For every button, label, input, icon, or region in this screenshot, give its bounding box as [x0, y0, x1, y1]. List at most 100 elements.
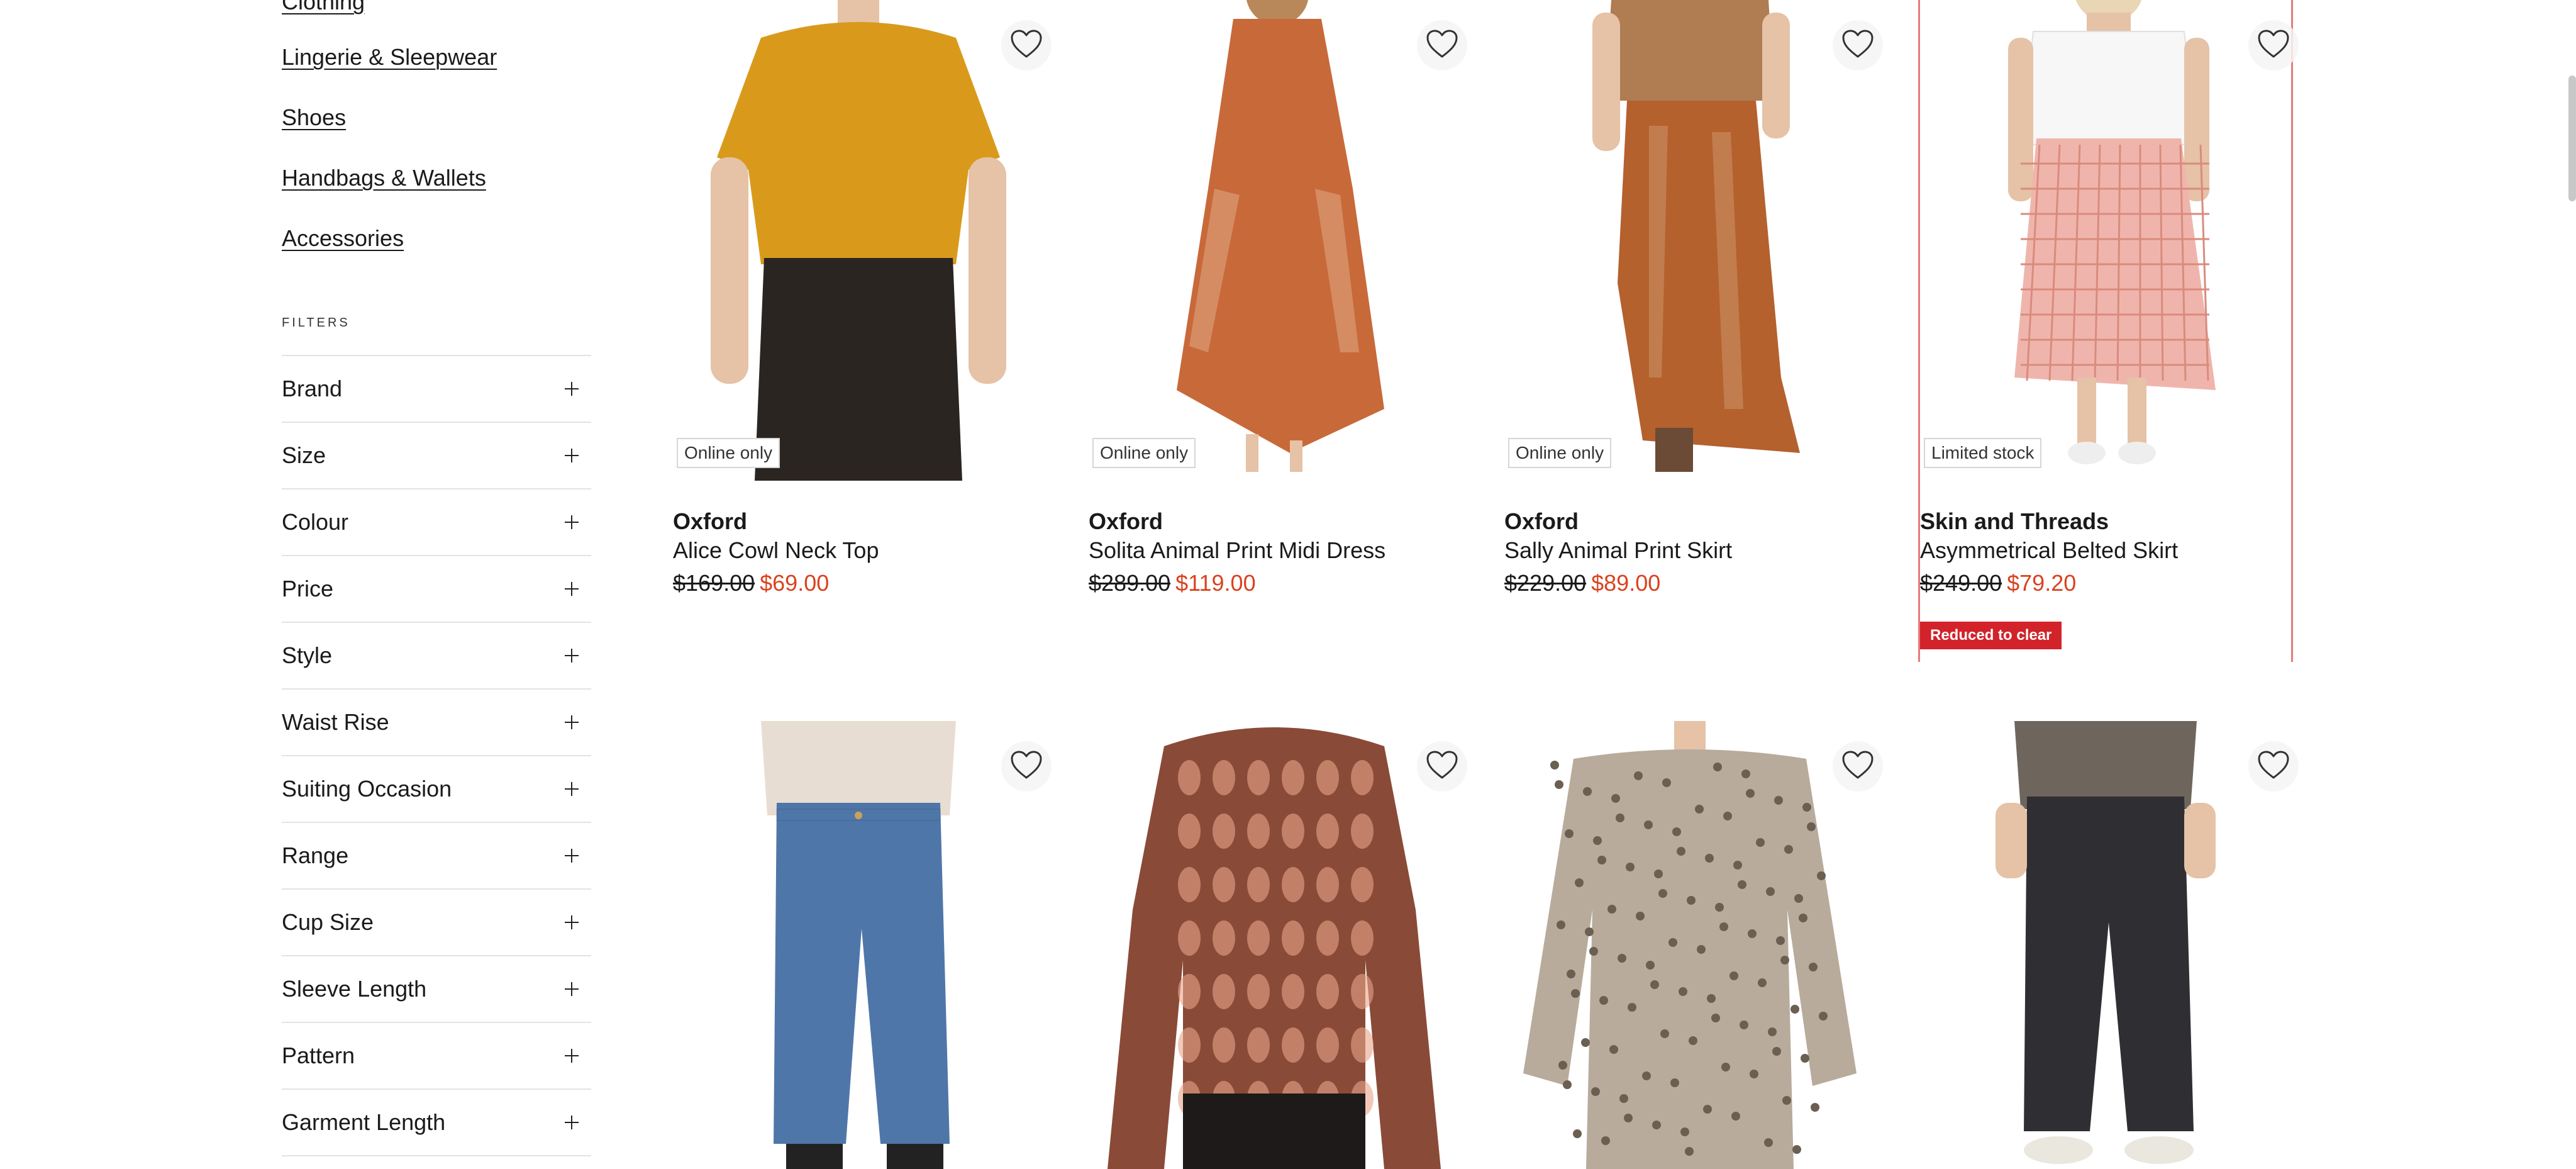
filter-range[interactable]: Range [282, 823, 591, 890]
now-price: $119.00 [1175, 570, 1256, 596]
limited-stock-tag: Limited stock [1924, 438, 2042, 468]
filter-colour[interactable]: Colour [282, 489, 591, 556]
wishlist-button[interactable] [1417, 741, 1467, 791]
filter-list: Brand Size Colour Price Style Waist Rise… [282, 355, 591, 1156]
heart-icon [2257, 750, 2290, 783]
plus-icon [565, 1116, 579, 1129]
product-image[interactable] [1089, 721, 1460, 1169]
filter-label: Waist Rise [282, 709, 389, 735]
product-price: $249.00 $79.20 [1920, 570, 2076, 596]
now-price: $69.00 [760, 570, 830, 596]
plus-icon [565, 849, 579, 863]
filter-label: Cup Size [282, 909, 374, 935]
plus-icon [565, 782, 579, 796]
filter-label: Sleeve Length [282, 976, 427, 1002]
product-card[interactable] [1089, 721, 1467, 1169]
wishlist-button[interactable] [1417, 20, 1467, 70]
product-image[interactable] [1089, 0, 1460, 481]
wishlist-button[interactable] [1833, 741, 1883, 791]
filter-size[interactable]: Size [282, 423, 591, 489]
product-image[interactable] [673, 721, 1044, 1169]
now-price: $79.20 [2007, 570, 2077, 596]
was-price: $169.00 [673, 570, 755, 596]
product-brand: Oxford [1089, 508, 1163, 534]
filter-brand[interactable]: Brand [282, 356, 591, 423]
filter-sleeve-length[interactable]: Sleeve Length [282, 956, 591, 1023]
plus-icon [565, 382, 579, 396]
filter-suiting-occasion[interactable]: Suiting Occasion [282, 756, 591, 823]
product-card[interactable] [1920, 721, 2299, 1169]
was-price: $229.00 [1504, 570, 1587, 596]
wishlist-button[interactable] [1001, 741, 1052, 791]
category-link-clothing[interactable]: Clothing [282, 0, 365, 15]
wishlist-button[interactable] [1833, 20, 1883, 70]
filter-label: Range [282, 842, 349, 868]
filter-label: Suiting Occasion [282, 776, 452, 802]
filter-label: Colour [282, 509, 349, 535]
heart-icon [1426, 29, 1458, 62]
product-name[interactable]: Solita Animal Print Midi Dress [1089, 537, 1385, 564]
wishlist-button[interactable] [2248, 20, 2299, 70]
wishlist-button[interactable] [1001, 20, 1052, 70]
filter-style[interactable]: Style [282, 623, 591, 690]
filter-label: Garment Length [282, 1109, 446, 1135]
product-price: $229.00 $89.00 [1504, 570, 1660, 596]
product-card[interactable]: Online only Oxford Alice Cowl Neck Top $… [673, 0, 1052, 629]
product-price: $169.00 $69.00 [673, 570, 829, 596]
plus-icon [565, 1049, 579, 1063]
heart-icon [1010, 750, 1043, 783]
plus-icon [565, 715, 579, 729]
page-scrollbar[interactable] [2568, 76, 2576, 201]
product-image[interactable] [1920, 721, 2291, 1169]
heart-icon [1841, 29, 1874, 62]
product-card[interactable]: Online only Oxford Sally Animal Print Sk… [1504, 0, 1883, 629]
heart-icon [1426, 750, 1458, 783]
product-card-highlighted[interactable]: Limited stock Skin and Threads Asymmetri… [1918, 0, 2299, 662]
filter-garment-length[interactable]: Garment Length [282, 1090, 591, 1156]
product-image[interactable] [1920, 0, 2291, 481]
product-brand: Oxford [673, 508, 748, 534]
reduced-to-clear-badge: Reduced to clear [1920, 622, 2062, 649]
product-listing-page: Clothing Lingerie & Sleepwear Shoes Hand… [0, 0, 2576, 1169]
category-link-handbags-wallets[interactable]: Handbags & Wallets [282, 165, 486, 191]
category-link-lingerie-sleepwear[interactable]: Lingerie & Sleepwear [282, 44, 497, 70]
plus-icon [565, 582, 579, 596]
filter-label: Pattern [282, 1043, 355, 1068]
category-link-shoes[interactable]: Shoes [282, 104, 346, 131]
plus-icon [565, 915, 579, 929]
was-price: $289.00 [1089, 570, 1171, 596]
plus-icon [565, 515, 579, 529]
heart-icon [1010, 29, 1043, 62]
now-price: $89.00 [1591, 570, 1661, 596]
filter-pattern[interactable]: Pattern [282, 1023, 591, 1090]
filter-price[interactable]: Price [282, 556, 591, 623]
category-link-accessories[interactable]: Accessories [282, 225, 404, 252]
filters-heading: FILTERS [282, 316, 350, 330]
product-card[interactable]: Online only Oxford Solita Animal Print M… [1089, 0, 1467, 629]
was-price: $249.00 [1920, 570, 2002, 596]
filter-label: Brand [282, 376, 343, 401]
product-brand: Skin and Threads [1920, 508, 2109, 534]
filter-label: Style [282, 642, 333, 668]
product-card[interactable] [1504, 721, 1883, 1169]
product-name[interactable]: Sally Animal Print Skirt [1504, 537, 1732, 564]
plus-icon [565, 649, 579, 663]
product-name[interactable]: Asymmetrical Belted Skirt [1920, 537, 2178, 564]
product-name[interactable]: Alice Cowl Neck Top [673, 537, 879, 564]
wishlist-button[interactable] [2248, 741, 2299, 791]
heart-icon [2257, 29, 2290, 62]
online-only-tag: Online only [1092, 438, 1196, 468]
filter-cup-size[interactable]: Cup Size [282, 890, 591, 956]
plus-icon [565, 449, 579, 462]
plus-icon [565, 982, 579, 996]
product-card[interactable] [673, 721, 1052, 1169]
product-image[interactable] [1504, 0, 1875, 481]
product-image[interactable] [1504, 721, 1875, 1169]
filter-label: Price [282, 576, 334, 601]
filter-label: Size [282, 442, 326, 468]
filter-waist-rise[interactable]: Waist Rise [282, 690, 591, 756]
heart-icon [1841, 750, 1874, 783]
product-brand: Oxford [1504, 508, 1579, 534]
product-image[interactable] [673, 0, 1044, 481]
online-only-tag: Online only [1508, 438, 1612, 468]
